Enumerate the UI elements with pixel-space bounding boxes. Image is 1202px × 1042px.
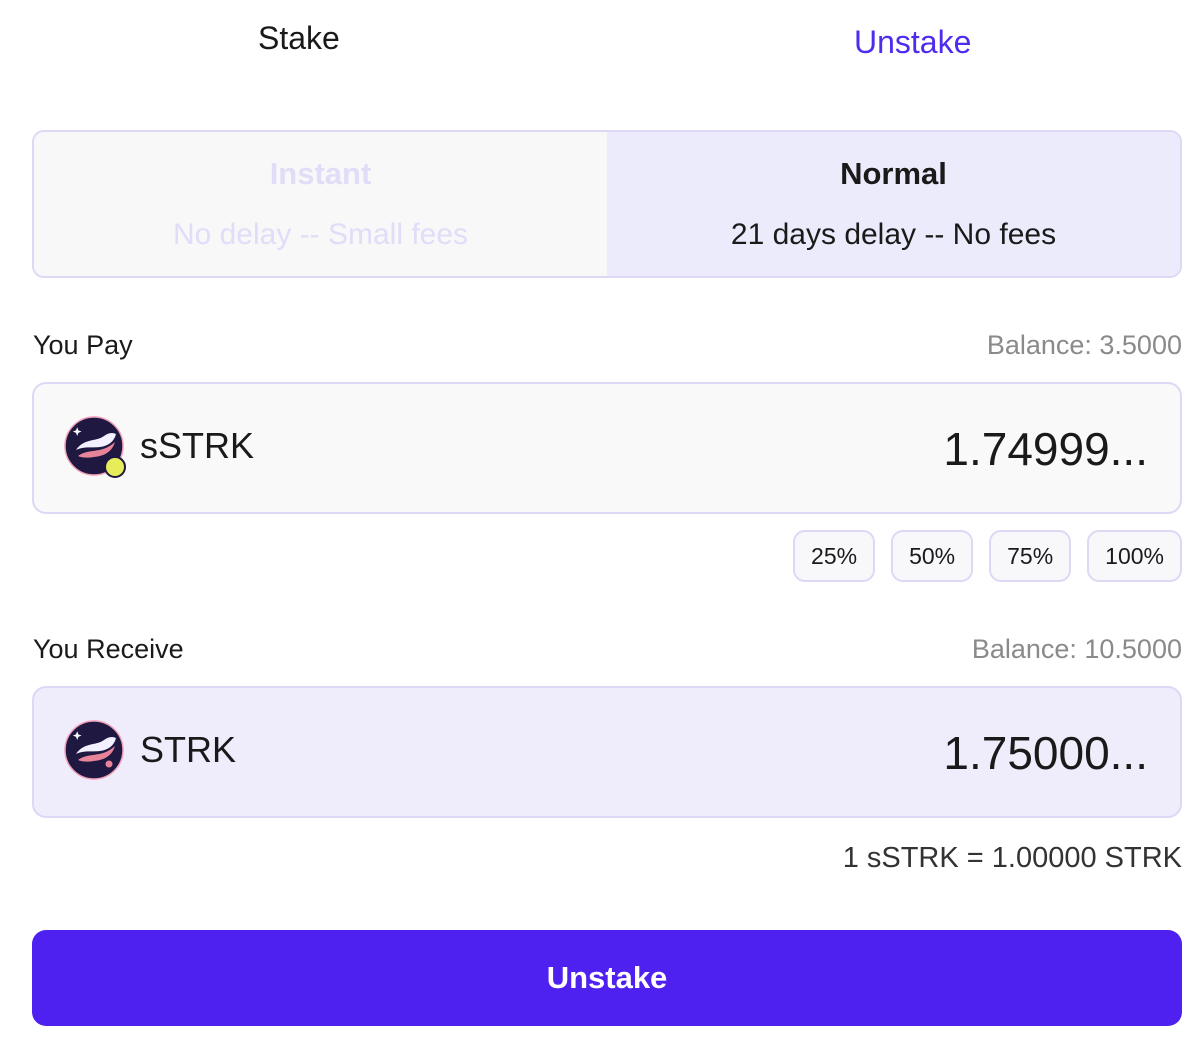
receive-balance: Balance: 10.5000 [971,634,1182,664]
top-tabs: Stake Unstake [0,0,1202,90]
percent-25-button[interactable]: 25% [793,530,876,582]
percent-50-button[interactable]: 50% [891,530,974,582]
unstake-mode-selector: Instant No delay -- Small fees Normal 21… [32,130,1182,278]
percent-buttons: 25% 50% 75% 100% [793,530,1182,582]
unstake-submit-button[interactable]: Unstake [32,930,1182,1026]
tab-stake[interactable]: Stake [258,20,340,57]
pay-amount-input[interactable]: 1.74999... [943,422,1148,476]
percent-100-button[interactable]: 100% [1087,530,1182,582]
receive-amount-value: 1.75000... [943,727,1148,779]
mode-instant-title: Instant [269,156,372,191]
mode-option-normal[interactable]: Normal 21 days delay -- No fees [607,132,1180,276]
percent-75-button[interactable]: 75% [989,530,1072,582]
receive-token-name: STRK [140,729,237,770]
sstrk-logo-icon [64,416,126,478]
pay-label: You Pay [33,330,133,360]
exchange-rate: 1 sSTRK = 1.00000 STRK [842,842,1182,874]
pay-token-name: sSTRK [140,425,255,466]
receive-amount-box: STRK 1.75000... [32,686,1182,818]
receive-token-selector[interactable]: STRK [64,720,236,780]
strk-logo-icon [64,720,124,780]
badge-icon [104,456,126,478]
pay-balance: Balance: 3.5000 [986,330,1182,360]
mode-normal-title: Normal [840,156,947,191]
mode-instant-subtitle: No delay -- Small fees [172,218,469,251]
mode-normal-subtitle: 21 days delay -- No fees [730,218,1057,251]
mode-option-instant[interactable]: Instant No delay -- Small fees [34,132,607,276]
tab-unstake[interactable]: Unstake [854,24,971,61]
unstake-page: Stake Unstake Instant No delay -- Small … [0,0,1202,1042]
receive-label: You Receive [33,634,184,664]
pay-amount-box: sSTRK 1.74999... [32,382,1182,514]
pay-token-selector[interactable]: sSTRK [64,416,255,478]
